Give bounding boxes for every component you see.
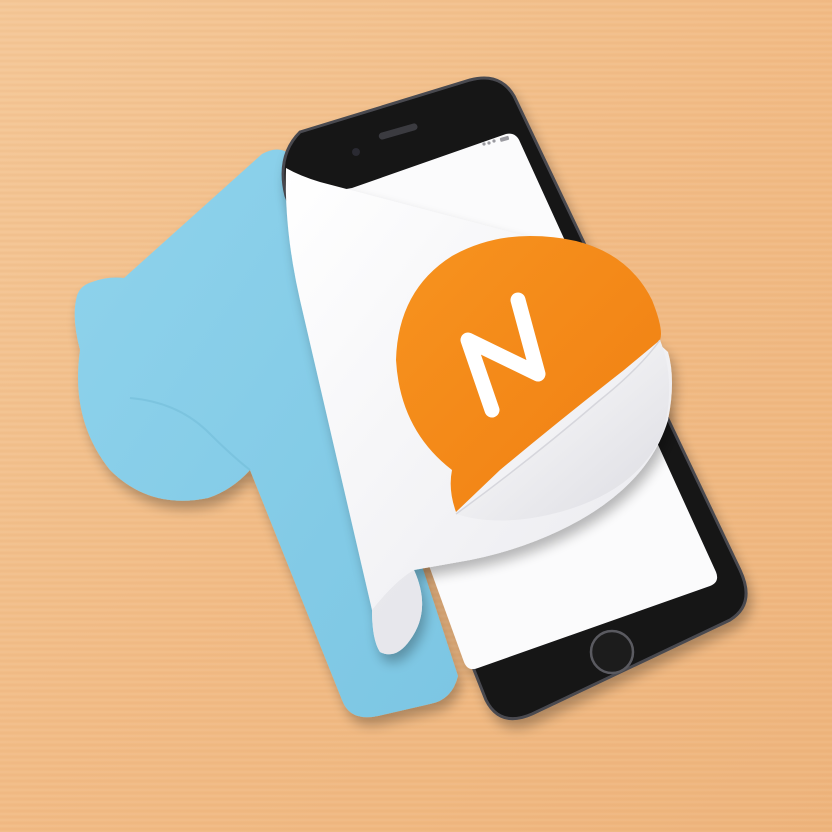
photo-scene: N	[0, 0, 832, 832]
phone-camera	[352, 148, 360, 156]
photo-canvas: N	[0, 0, 832, 832]
home-button-icon	[589, 629, 635, 675]
